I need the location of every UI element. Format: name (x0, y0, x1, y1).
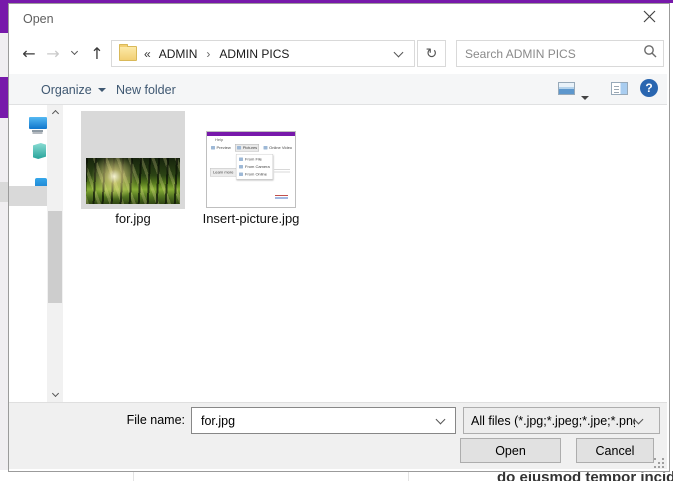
navigation-pane (9, 105, 63, 417)
help-icon: ? (645, 81, 653, 95)
search-box (456, 40, 664, 67)
folder-icon (119, 44, 137, 61)
file-type-combobox[interactable]: All files (*.jpg;*.jpeg;*.jpe;*.png; (463, 407, 660, 434)
organize-dropdown-icon (97, 87, 106, 92)
forward-button[interactable]: → (41, 40, 65, 66)
views-icon[interactable] (558, 82, 575, 95)
mini-from-online-icon (239, 172, 243, 176)
preview-pane-icon[interactable] (611, 82, 628, 95)
forest-thumbnail-image (86, 158, 180, 204)
address-dropdown-icon[interactable] (393, 47, 404, 57)
mini-pictures-icon (237, 146, 242, 150)
backdrop-left-strip-2 (0, 33, 8, 77)
mini-side-button: Learn more (210, 168, 237, 177)
new-folder-label: New folder (116, 82, 176, 97)
backdrop-left-strip-6 (0, 202, 8, 470)
scroll-up-button[interactable] (47, 105, 63, 119)
thumbnail-mini-ui: Help Preview Pictures Online Video Learn… (207, 136, 295, 207)
scrollbar-thumb[interactable] (48, 211, 62, 303)
file-name-dropdown-icon[interactable] (435, 414, 446, 424)
cancel-button[interactable]: Cancel (576, 438, 654, 463)
views-dropdown-icon[interactable] (581, 87, 589, 105)
backdrop-left-strip-5 (0, 182, 8, 202)
mini-text-lines (274, 169, 290, 170)
breadcrumb-item-admin-pics[interactable]: ADMIN PICS (219, 47, 289, 61)
breadcrumb-collapse[interactable]: « (144, 47, 151, 61)
back-button[interactable]: ← (17, 40, 41, 66)
breadcrumb-separator-icon[interactable]: › (206, 47, 210, 61)
file-label-for-jpg[interactable]: for.jpg (81, 211, 185, 226)
new-folder-button[interactable]: New folder (116, 74, 176, 105)
this-pc-icon[interactable] (29, 117, 47, 132)
file-name-combobox[interactable] (191, 407, 456, 434)
mini-colored-text-lines (275, 195, 288, 196)
chevron-up-icon (51, 109, 59, 118)
mini-pictures-button: Pictures (242, 145, 258, 151)
sidebar-scrollbar[interactable] (47, 105, 63, 402)
up-button[interactable]: ↑ (85, 40, 109, 66)
open-dialog: Open ← → ↑ « ADMIN › ADMIN PICS ↻ Organi… (8, 3, 670, 472)
mini-online-video-button: Online Video (269, 145, 293, 151)
file-type-value: All files (*.jpg;*.jpeg;*.jpe;*.png; (471, 413, 635, 428)
selected-tree-item[interactable] (9, 186, 47, 206)
file-label-insert-picture-jpg[interactable]: Insert-picture.jpg (191, 211, 311, 226)
address-bar[interactable]: « ADMIN › ADMIN PICS (111, 40, 415, 67)
chevron-down-icon (70, 47, 78, 56)
backdrop-left-strip-4 (0, 118, 8, 182)
chevron-down-icon (51, 389, 59, 398)
mini-preview-button: Preview (216, 145, 231, 151)
mini-from-camera-icon (239, 165, 243, 169)
recent-locations-button[interactable] (67, 40, 81, 66)
breadcrumb-item-admin[interactable]: ADMIN (159, 47, 198, 61)
file-type-dropdown-icon[interactable] (633, 414, 644, 424)
file-name-input[interactable] (199, 412, 433, 429)
scroll-down-button[interactable] (47, 388, 63, 402)
dialog-title: Open (23, 12, 54, 26)
help-button[interactable]: ? (640, 79, 658, 97)
file-list-area[interactable]: for.jpg Help Preview Pictures Online Vid… (63, 105, 667, 402)
close-icon (643, 10, 656, 28)
resize-grip[interactable] (654, 458, 656, 460)
file-item-insert-picture-jpg[interactable]: Help Preview Pictures Online Video Learn… (206, 131, 296, 208)
open-button[interactable]: Open (460, 438, 561, 463)
mini-from-file-icon (239, 157, 243, 161)
mini-online-video-icon (263, 146, 268, 150)
file-item-for-jpg[interactable] (81, 111, 185, 209)
organize-button[interactable]: Organize (41, 74, 106, 105)
mini-preview-icon (211, 146, 215, 150)
refresh-button[interactable]: ↻ (417, 40, 446, 67)
mini-dropdown-menu: From File From Camera From Online (236, 154, 273, 180)
search-icon[interactable] (643, 44, 657, 63)
backdrop-left-strip-1 (0, 3, 8, 33)
close-button[interactable] (633, 6, 665, 32)
3d-objects-icon[interactable] (33, 143, 46, 159)
file-name-label: File name: (126, 413, 185, 427)
backdrop-left-strip-3 (0, 77, 8, 118)
organize-label: Organize (41, 82, 92, 97)
mini-help-tab: Help (215, 137, 224, 143)
search-input[interactable] (463, 45, 637, 62)
